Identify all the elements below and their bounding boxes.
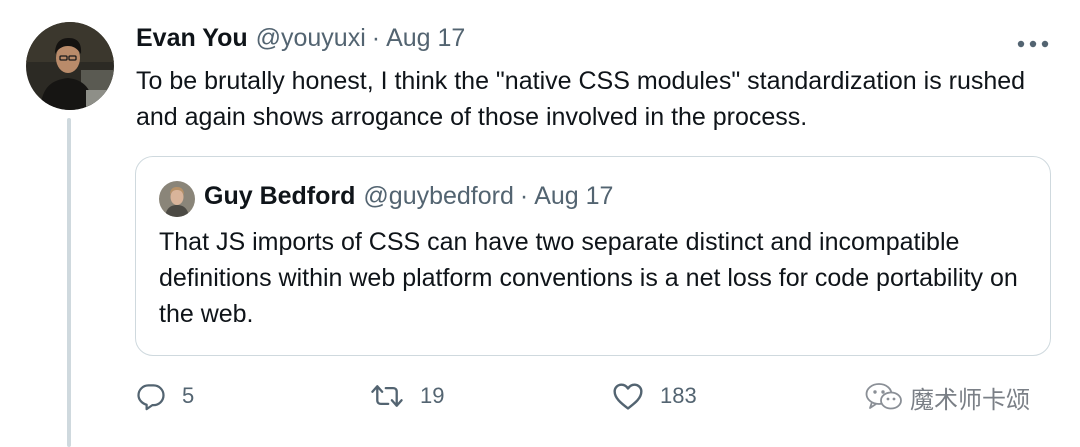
like-count: 183 xyxy=(660,383,697,408)
separator-dot: · xyxy=(519,182,529,210)
person-photo-avatar-icon xyxy=(26,22,114,110)
quoted-tweet-card[interactable]: Guy Bedford @guybedford · Aug 17 That JS… xyxy=(135,156,1051,356)
more-options-icon[interactable] xyxy=(1016,36,1050,48)
reply-icon xyxy=(137,384,165,411)
reply-count: 5 xyxy=(182,383,195,408)
quote-author-handle[interactable]: @guybedford xyxy=(363,182,513,211)
separator-dot: · xyxy=(371,24,381,52)
quote-author-name[interactable]: Guy Bedford xyxy=(204,182,355,211)
author-handle[interactable]: @youyuxi xyxy=(256,24,366,53)
retweet-icon xyxy=(371,385,403,407)
person-photo-avatar-icon xyxy=(159,181,195,217)
reply-button[interactable]: 5 xyxy=(136,378,194,414)
author-avatar[interactable] xyxy=(26,22,114,110)
heart-icon xyxy=(613,383,643,410)
author-name[interactable]: Evan You xyxy=(136,24,248,53)
tweet-header: Evan You @youyuxi · Aug 17 xyxy=(136,24,465,58)
tweet-date[interactable]: Aug 17 xyxy=(386,24,465,53)
quote-text: That JS imports of CSS can have two sepa… xyxy=(159,228,1018,328)
wechat-icon xyxy=(865,383,902,410)
tweet-text: To be brutally honest, I think the "nati… xyxy=(136,67,1026,131)
quote-author-avatar[interactable] xyxy=(159,181,195,217)
retweet-count: 19 xyxy=(420,383,445,408)
like-button[interactable]: 183 xyxy=(612,378,697,414)
quote-header: Guy Bedford @guybedford · Aug 17 xyxy=(204,182,613,216)
quote-date[interactable]: Aug 17 xyxy=(534,182,613,211)
watermark: 魔术师卡颂 xyxy=(864,382,1030,414)
watermark-text: 魔术师卡颂 xyxy=(910,385,1030,414)
retweet-button[interactable]: 19 xyxy=(370,378,444,414)
